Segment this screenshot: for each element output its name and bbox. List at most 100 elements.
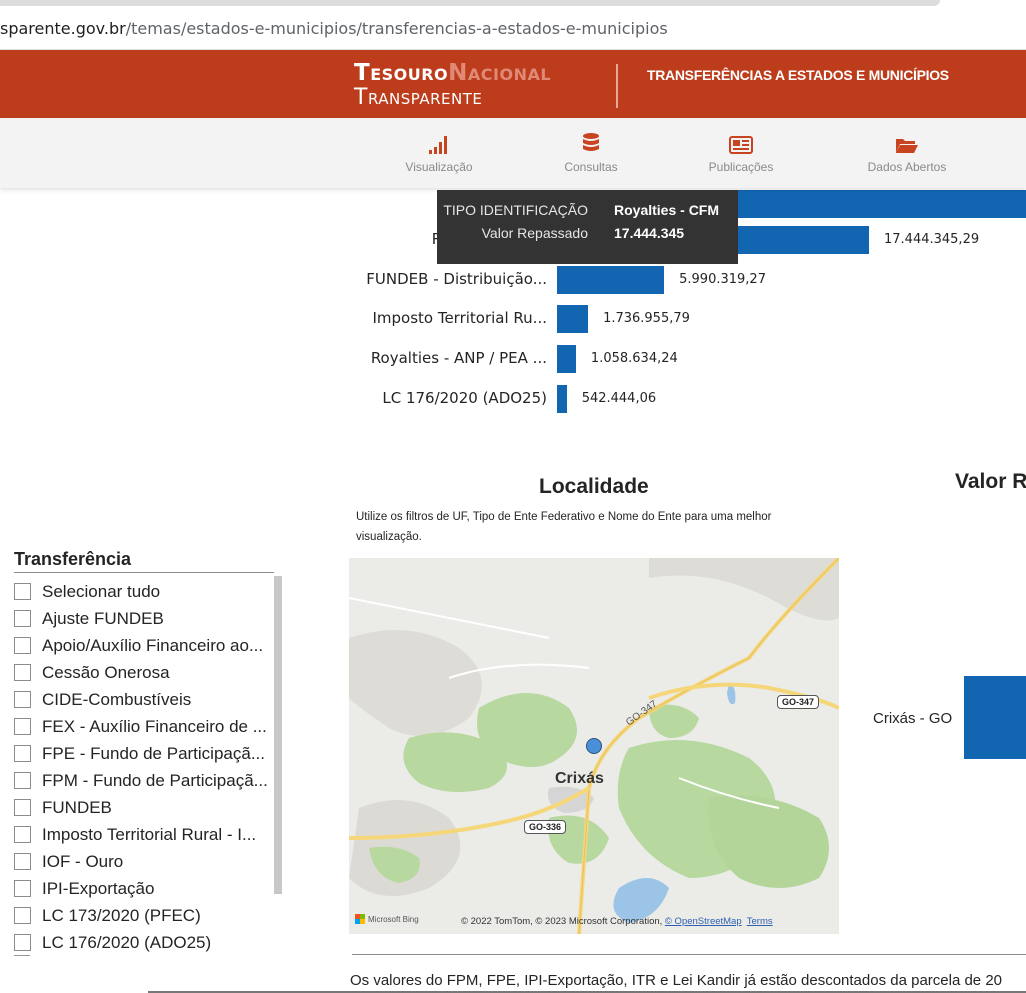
tooltip-value-valor: 17.444.345: [614, 225, 685, 241]
valor-bar[interactable]: [964, 676, 1026, 759]
slicer-item[interactable]: IPI-Exportação: [14, 875, 284, 902]
road-shield-go347: GO-347: [777, 695, 820, 709]
checkbox-icon[interactable]: [14, 853, 31, 870]
slicer-item-label: Cessão Onerosa: [42, 662, 170, 682]
microsoft-logo-icon: [355, 914, 365, 924]
tesouro-logo[interactable]: TesouroNacional Transparente: [354, 62, 551, 109]
slicer-item-label: FPE - Fundo de Participaçã...: [42, 743, 265, 763]
logo-word-tesouro: Tesouro: [354, 60, 449, 86]
nav-label: Dados Abertos: [867, 160, 947, 174]
nav-label: Consultas: [564, 160, 618, 174]
bar-mark[interactable]: [557, 266, 665, 294]
bar-mark[interactable]: [557, 345, 576, 373]
bing-text: Microsoft Bing: [368, 914, 419, 924]
slicer-divider: [14, 572, 274, 573]
checkbox-icon[interactable]: [14, 610, 31, 627]
slicer-item[interactable]: LC 176/2020 (ADO25): [14, 929, 284, 956]
osm-link[interactable]: © OpenStreetMap: [665, 916, 742, 927]
slicer-item[interactable]: FPE - Fundo de Participaçã...: [14, 740, 284, 767]
checkbox-icon[interactable]: [14, 718, 31, 735]
localidade-title: Localidade: [539, 475, 649, 498]
map-attribution: © 2022 TomTom, © 2023 Microsoft Corporat…: [461, 916, 773, 927]
localidade-subtitle: Utilize os filtros de UF, Tipo de Ente F…: [356, 511, 772, 543]
url-text[interactable]: sparente.gov.br/temas/estados-e-municipi…: [0, 19, 668, 38]
slicer-item[interactable]: FUNDEB: [14, 794, 284, 821]
nav-item-dados-abertos[interactable]: Dados Abertos: [852, 132, 962, 174]
bing-logo: Microsoft Bing: [355, 914, 419, 924]
slicer-title: Transferência: [14, 549, 132, 569]
bar-category-label: LC 176/2020 (ADO25): [382, 389, 547, 407]
bar-value-label: 1.736.955,79: [603, 311, 690, 326]
transfer-slicer-list: Selecionar tudo Ajuste FUNDEB Apoio/Auxíli…: [14, 578, 284, 956]
checkbox-icon[interactable]: [14, 772, 31, 789]
slicer-item-label: LC 173/2020 (PFEC): [42, 905, 201, 925]
slicer-item[interactable]: Cessão Onerosa: [14, 659, 284, 686]
bar-value-label: 5.990.319,27: [679, 272, 766, 287]
nav-item-visualizacao[interactable]: Visualização: [384, 132, 494, 174]
slicer-bottom-divider: [14, 955, 30, 956]
footer-note: Os valores do FPM, FPE, IPI-Exportação, …: [350, 972, 1003, 989]
bar-chart-icon: [384, 132, 494, 154]
slicer-item[interactable]: Ajuste FUNDEB: [14, 605, 284, 632]
nav-bar: Visualização Consultas Publicações Dados…: [0, 118, 1026, 188]
checkbox-icon[interactable]: [14, 799, 31, 816]
browser-address-bar[interactable]: sparente.gov.br/temas/estados-e-municipi…: [0, 0, 1026, 50]
location-pin[interactable]: [586, 738, 602, 754]
database-icon: [536, 132, 646, 154]
slicer-item[interactable]: CIDE-Combustíveis: [14, 686, 284, 713]
page-title: TRANSFERÊNCIAS A ESTADOS E MUNICÍPIOS: [647, 67, 949, 83]
slicer-item-label: IOF - Ouro: [42, 851, 124, 871]
tooltip-key-valor: Valor Repassado: [481, 225, 588, 241]
slicer-item-label: Selecionar tudo: [42, 581, 161, 601]
slicer-item[interactable]: Selecionar tudo: [14, 578, 284, 605]
newspaper-icon: [686, 132, 796, 154]
tooltip-value-tipo: Royalties - CFM: [614, 202, 720, 218]
slicer-item-label: LC 176/2020 (ADO25): [42, 932, 212, 952]
browser-tab-strip: [0, 0, 940, 6]
slicer-item-label: CIDE-Combustíveis: [42, 689, 192, 709]
slicer-item-label: FPM - Fundo de Participaçã...: [42, 770, 268, 790]
slicer-item-label: FEX - Auxílio Financeiro de ...: [42, 716, 267, 736]
checkbox-icon[interactable]: [14, 907, 31, 924]
logo-word-transparente: Transparente: [354, 85, 483, 110]
header-divider: [616, 64, 618, 108]
slicer-item[interactable]: Imposto Territorial Rural - I...: [14, 821, 284, 848]
nav-item-consultas[interactable]: Consultas: [536, 132, 646, 174]
checkbox-icon[interactable]: [14, 745, 31, 762]
checkbox-icon[interactable]: [14, 664, 31, 681]
url-path: /temas/estados-e-municipios/transferenci…: [125, 19, 668, 38]
terms-link[interactable]: Terms: [747, 916, 773, 927]
url-host: sparente.gov.br: [0, 19, 126, 38]
valor-title: Valor R: [955, 470, 1026, 493]
bar-category-label: Royalties - ANP / PEA ...: [370, 349, 547, 367]
checkbox-icon[interactable]: [14, 880, 31, 897]
checkbox-icon[interactable]: [14, 691, 31, 708]
slicer-item[interactable]: IOF - Ouro: [14, 848, 284, 875]
checkbox-icon[interactable]: [14, 583, 31, 600]
checkbox-icon[interactable]: [14, 637, 31, 654]
map-city-label: Crixás: [555, 770, 604, 787]
slicer-item[interactable]: FEX - Auxílio Financeiro de ...: [14, 713, 284, 740]
bar-value-label: 1.058.634,24: [590, 351, 678, 366]
slicer-item[interactable]: LC 173/2020 (PFEC): [14, 902, 284, 929]
slicer-item-label: Imposto Territorial Rural - I...: [42, 824, 257, 844]
road-shield-go336: GO-336: [524, 820, 567, 834]
bar-category-label: FUNDEB - Distribuição...: [366, 270, 547, 288]
slicer-item[interactable]: Apoio/Auxílio Financeiro ao...: [14, 632, 284, 659]
logo-word-nacional: Nacional: [448, 60, 552, 86]
location-map[interactable]: Crixás GO-347 GO-347 GO-336 Microsoft Bi…: [349, 558, 839, 934]
checkbox-icon[interactable]: [14, 934, 31, 951]
valor-entity-label: Crixás - GO: [873, 710, 953, 727]
bar-mark[interactable]: [557, 385, 567, 413]
bar-mark[interactable]: [557, 305, 589, 333]
folder-open-icon: [852, 132, 962, 154]
bar-category-label: Imposto Territorial Ru...: [372, 309, 547, 327]
footer-divider: [352, 954, 1026, 955]
slicer-item[interactable]: FPM - Fundo de Participaçã...: [14, 767, 284, 794]
bar-value-label: 542.444,06: [581, 391, 657, 406]
attribution-text: © 2022 TomTom, © 2023 Microsoft Corporat…: [461, 916, 665, 927]
checkbox-icon[interactable]: [14, 826, 31, 843]
nav-item-publicacoes[interactable]: Publicações: [686, 132, 796, 174]
site-header: TesouroNacional Transparente TRANSFERÊNC…: [0, 50, 1026, 118]
slicer-item-label: Apoio/Auxílio Financeiro ao...: [42, 635, 264, 655]
